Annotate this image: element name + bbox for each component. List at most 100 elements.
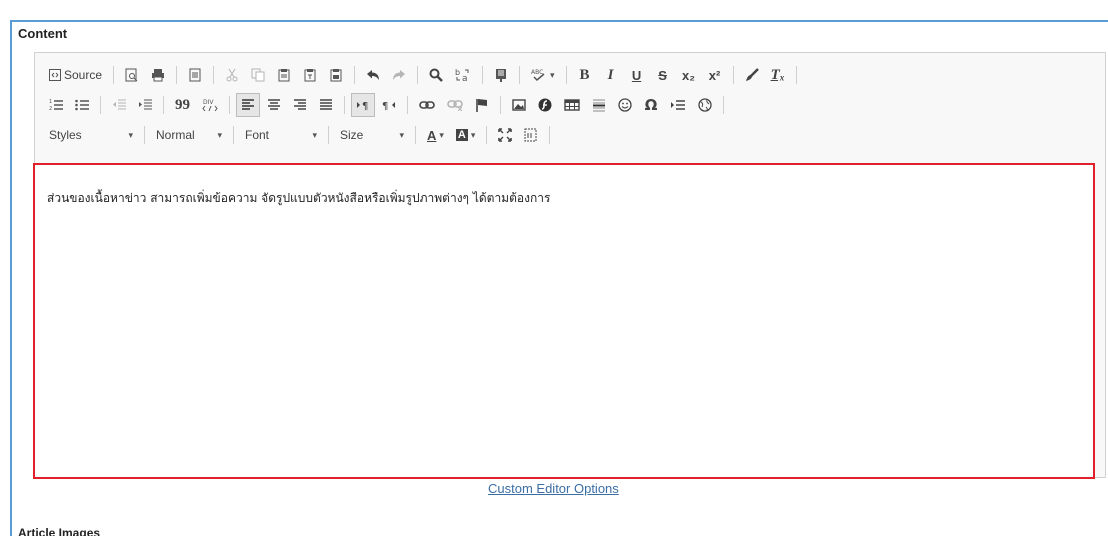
paste-word-icon [330, 69, 342, 82]
print-button[interactable] [146, 63, 170, 87]
font-dropdown[interactable]: Font ▾ [239, 123, 323, 147]
svg-text:DIV: DIV [203, 99, 214, 106]
styles-dropdown[interactable]: Styles ▾ [43, 123, 139, 147]
create-div-button[interactable]: DIV [197, 93, 223, 117]
remove-format-button[interactable]: Tₓ [766, 63, 790, 87]
undo-button[interactable] [361, 63, 385, 87]
redo-icon [393, 70, 406, 80]
toolbar-separator [344, 96, 345, 114]
page-break-icon [671, 100, 685, 110]
chevron-down-icon: ▾ [217, 129, 222, 140]
copy-icon [251, 68, 265, 82]
align-center-button[interactable] [262, 93, 286, 117]
rich-text-editor: Source b a ABC ▾ B I U S x₂ x² Tₓ 1 2 99… [33, 52, 1106, 479]
align-right-icon [294, 99, 306, 110]
paste-word-button[interactable] [324, 63, 348, 87]
replace-button[interactable]: ba [450, 63, 476, 87]
outdent-button[interactable] [107, 93, 131, 117]
svg-text:a: a [462, 74, 468, 82]
indent-icon [139, 99, 152, 110]
article-images-title: Article Images [18, 526, 101, 536]
redo-button[interactable] [387, 63, 411, 87]
custom-editor-options-link[interactable]: Custom Editor Options [488, 481, 619, 496]
toolbar-separator [100, 96, 101, 114]
toolbar-separator [213, 66, 215, 84]
blockquote-button[interactable]: 99 [170, 93, 195, 117]
editor-content-area[interactable]: ส่วนของเนื้อหาข่าว สามารถเพิ่มข้อความ จั… [33, 163, 1095, 479]
bold-button[interactable]: B [573, 63, 597, 87]
align-right-button[interactable] [288, 93, 312, 117]
svg-text:2: 2 [49, 106, 52, 112]
spellcheck-button[interactable]: ABC ▾ [526, 63, 560, 87]
maximize-button[interactable] [493, 123, 517, 147]
section-title: Content [18, 26, 68, 41]
find-button[interactable] [424, 63, 448, 87]
text-color-label: A [427, 127, 437, 143]
page-break-button[interactable] [665, 93, 691, 117]
align-left-button[interactable] [236, 93, 260, 117]
show-blocks-icon [524, 128, 537, 142]
copy-button[interactable] [246, 63, 270, 87]
font-dropdown-label: Font [245, 128, 270, 142]
toolbar-separator [500, 96, 501, 114]
format-dropdown[interactable]: Normal ▾ [150, 123, 228, 147]
text-color-button[interactable]: A ▾ [422, 123, 449, 147]
link-icon [419, 101, 435, 109]
svg-text:ABC: ABC [531, 69, 543, 76]
table-icon [564, 99, 580, 111]
horizontal-line-icon [593, 99, 605, 112]
unlink-button[interactable] [442, 93, 468, 117]
preview-icon [125, 68, 138, 82]
unlink-icon [447, 100, 463, 111]
text-direction-ltr-button[interactable]: ¶ [351, 93, 375, 117]
strikethrough-button[interactable]: S [651, 63, 675, 87]
search-icon [429, 68, 443, 82]
document-icon [189, 68, 201, 82]
cut-button[interactable] [220, 63, 244, 87]
replace-icon: ba [455, 68, 469, 82]
anchor-button[interactable] [470, 93, 494, 117]
image-button[interactable] [507, 93, 531, 117]
toolbar-separator [113, 66, 115, 84]
size-dropdown[interactable]: Size ▾ [334, 123, 410, 147]
toolbar-separator [795, 66, 797, 84]
chevron-down-icon: ▾ [439, 129, 444, 140]
size-dropdown-label: Size [340, 128, 364, 142]
numbered-list-button[interactable]: 12 [44, 93, 68, 117]
copy-format-button[interactable] [740, 63, 764, 87]
svg-text:¶: ¶ [362, 101, 368, 111]
clipboard-icon [278, 69, 290, 82]
source-button[interactable]: Source [44, 63, 107, 87]
subscript-button[interactable]: x₂ [677, 63, 701, 87]
preview-button[interactable] [120, 63, 144, 87]
toolbar-separator [415, 126, 416, 144]
select-all-button[interactable] [489, 63, 513, 87]
paste-text-button[interactable] [298, 63, 322, 87]
horizontal-rule-button[interactable] [587, 93, 611, 117]
iframe-button[interactable] [693, 93, 717, 117]
paste-text-icon [304, 69, 316, 82]
format-dropdown-label: Normal [156, 128, 195, 142]
toolbar-separator [723, 96, 724, 114]
underline-button[interactable]: U [625, 63, 649, 87]
link-button[interactable] [414, 93, 440, 117]
flash-button[interactable] [533, 93, 557, 117]
select-all-icon [496, 69, 507, 82]
smiley-button[interactable] [613, 93, 637, 117]
superscript-button[interactable]: x² [703, 63, 727, 87]
styles-dropdown-label: Styles [49, 128, 82, 142]
justify-button[interactable] [314, 93, 338, 117]
background-color-button[interactable]: A ▾ [451, 123, 480, 147]
italic-button[interactable]: I [599, 63, 623, 87]
special-char-button[interactable]: Ω [639, 93, 663, 117]
bulleted-list-button[interactable] [70, 93, 94, 117]
show-blocks-button[interactable] [519, 123, 543, 147]
paste-button[interactable] [272, 63, 296, 87]
bulleted-list-icon [75, 99, 89, 111]
table-button[interactable] [559, 93, 585, 117]
toolbar-row-2: 12 99 DIV ¶ ¶ Ω [43, 91, 729, 119]
text-direction-rtl-button[interactable]: ¶ [377, 93, 401, 117]
templates-button[interactable] [183, 63, 207, 87]
ltr-icon: ¶ [357, 101, 368, 111]
indent-button[interactable] [133, 93, 157, 117]
